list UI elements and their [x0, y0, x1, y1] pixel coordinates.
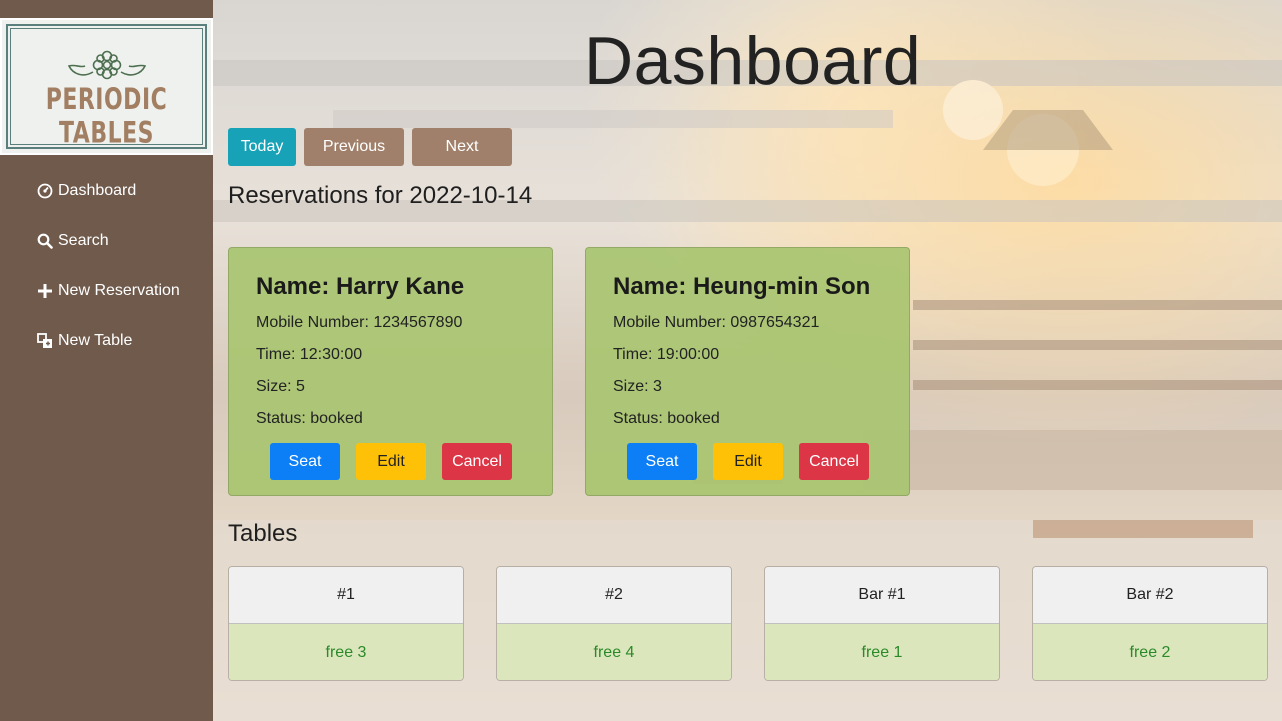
search-icon — [36, 233, 53, 250]
table-status: free 2 — [1033, 624, 1267, 680]
reservation-size: Size: 5 — [256, 378, 305, 395]
cancel-button[interactable]: Cancel — [799, 443, 869, 480]
reservation-card: Name: Harry Kane Mobile Number: 12345678… — [228, 247, 553, 496]
sidebar-item-label: New Table — [58, 332, 133, 349]
table-status: free 4 — [497, 624, 731, 680]
app: PERIODIC TABLES Dashboard Search New Res… — [0, 0, 1282, 721]
reservation-time: Time: 19:00:00 — [613, 346, 720, 363]
reservation-mobile: Mobile Number: 0987654321 — [613, 314, 820, 331]
reservation-status: Status: booked — [256, 410, 363, 427]
sidebar-nav: Dashboard Search New Reservation New Tab… — [36, 178, 180, 378]
seat-button[interactable]: Seat — [627, 443, 697, 480]
tables-heading: Tables — [228, 520, 298, 547]
reservation-actions: Seat Edit Cancel — [627, 443, 869, 480]
sidebar-item-label: Dashboard — [58, 182, 137, 199]
table-card: Bar #2 free 2 — [1032, 566, 1268, 681]
reservation-size: Size: 3 — [613, 378, 662, 395]
dashboard-icon — [36, 183, 53, 200]
reservation-name: Name: Harry Kane — [256, 273, 465, 300]
table-name: #2 — [497, 567, 731, 624]
sidebar-item-search[interactable]: Search — [36, 228, 180, 254]
date-navigation: Today Previous Next — [228, 128, 512, 166]
reservation-card: Name: Heung-min Son Mobile Number: 09876… — [585, 247, 910, 496]
page-title: Dashboard — [584, 23, 922, 99]
logo-text: PERIODIC TABLES — [45, 83, 168, 151]
sidebar: PERIODIC TABLES Dashboard Search New Res… — [0, 0, 213, 721]
sidebar-item-dashboard[interactable]: Dashboard — [36, 178, 180, 204]
main-content: Dashboard Today Previous Next Reservatio… — [213, 0, 1282, 721]
reservation-mobile: Mobile Number: 1234567890 — [256, 314, 463, 331]
sidebar-item-label: New Reservation — [58, 282, 180, 299]
table-name: #1 — [229, 567, 463, 624]
reservation-actions: Seat Edit Cancel — [270, 443, 512, 480]
logo[interactable]: PERIODIC TABLES — [0, 18, 213, 155]
reservation-status: Status: booked — [613, 410, 720, 427]
cancel-button[interactable]: Cancel — [442, 443, 512, 480]
table-name: Bar #1 — [765, 567, 999, 624]
edit-button[interactable]: Edit — [713, 443, 783, 480]
reservations-heading: Reservations for 2022-10-14 — [228, 182, 533, 209]
next-button[interactable]: Next — [412, 128, 512, 166]
table-status: free 3 — [229, 624, 463, 680]
table-name: Bar #2 — [1033, 567, 1267, 624]
reservation-name: Name: Heung-min Son — [613, 273, 871, 300]
seat-button[interactable]: Seat — [270, 443, 340, 480]
today-button[interactable]: Today — [228, 128, 296, 166]
plus-icon — [36, 283, 53, 300]
table-card: Bar #1 free 1 — [764, 566, 1000, 681]
flower-icon — [67, 50, 146, 80]
table-card: #2 free 4 — [496, 566, 732, 681]
previous-button[interactable]: Previous — [304, 128, 404, 166]
sidebar-item-label: Search — [58, 232, 109, 249]
new-table-icon — [36, 333, 53, 350]
sidebar-item-new-table[interactable]: New Table — [36, 328, 180, 354]
table-card: #1 free 3 — [228, 566, 464, 681]
sidebar-item-new-reservation[interactable]: New Reservation — [36, 278, 180, 304]
reservation-time: Time: 12:30:00 — [256, 346, 363, 363]
edit-button[interactable]: Edit — [356, 443, 426, 480]
table-status: free 1 — [765, 624, 999, 680]
